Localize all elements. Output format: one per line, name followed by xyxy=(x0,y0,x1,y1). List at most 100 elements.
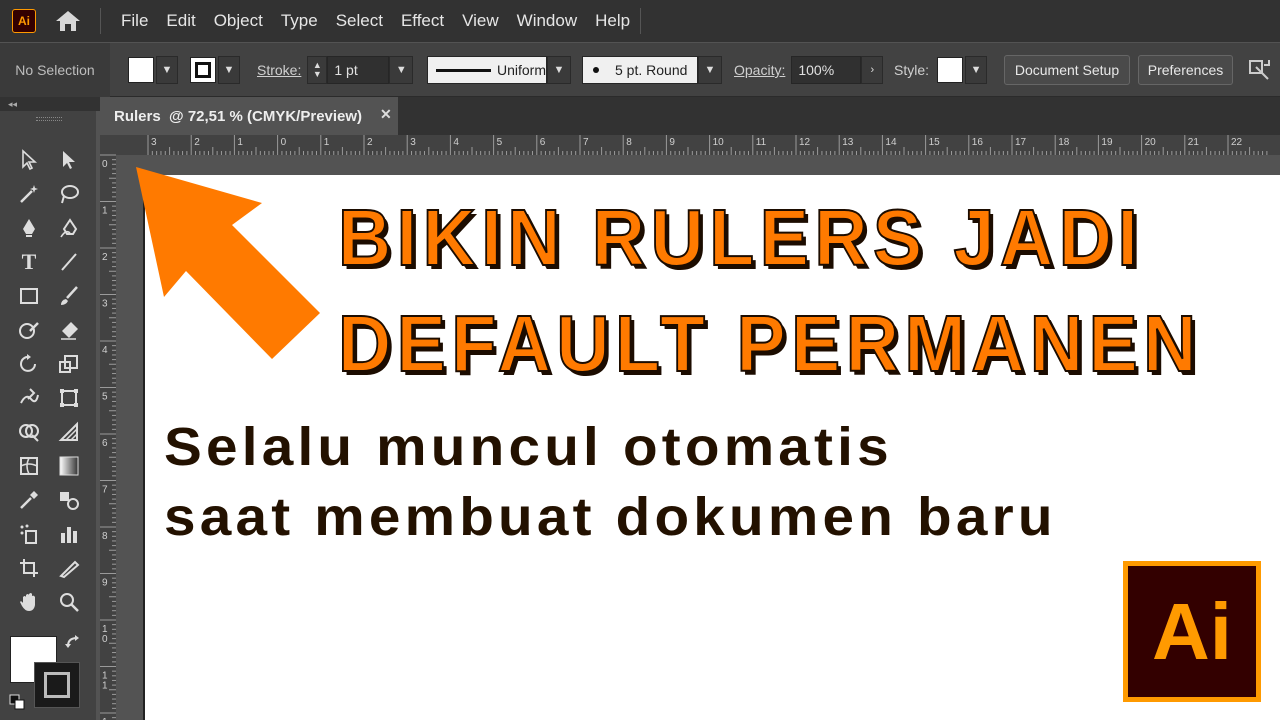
illustrator-badge-text: Ai xyxy=(1152,586,1232,676)
vertical-ruler[interactable]: 0123456789101112 xyxy=(100,135,116,720)
menu-help[interactable]: Help xyxy=(586,11,639,31)
mesh-tool-icon[interactable] xyxy=(14,451,44,481)
preferences-button[interactable]: Preferences xyxy=(1138,55,1233,85)
shape-builder-tool-icon[interactable] xyxy=(14,417,44,447)
symbol-sprayer-tool-icon[interactable] xyxy=(14,519,44,549)
rotate-tool-icon[interactable] xyxy=(14,349,44,379)
illustrator-logo-icon[interactable]: Ai xyxy=(12,9,36,33)
ruler-label: 7 xyxy=(583,137,589,148)
perspective-grid-tool-icon[interactable] xyxy=(54,417,84,447)
stroke-profile-dropdown-chevron-icon[interactable]: ▼ xyxy=(547,56,571,84)
ruler-label: 18 xyxy=(1058,137,1070,148)
hand-tool-icon[interactable] xyxy=(14,587,44,617)
opacity-field[interactable]: 100% xyxy=(791,56,862,84)
free-transform-tool-icon[interactable] xyxy=(54,383,84,413)
stroke-profile-field[interactable]: Uniform xyxy=(427,56,547,84)
ruler-label: 0 xyxy=(102,634,108,645)
stroke-weight-dropdown-chevron-icon[interactable]: ▼ xyxy=(389,56,414,84)
horizontal-ruler[interactable]: 3 2 1 0 1 2 3 4 5 6 7 8 9 10 11 12 13 14 15 16 17 18 19 20 21 22 xyxy=(116,135,1280,155)
ruler-label: 8 xyxy=(626,137,632,148)
ruler-label: 3 xyxy=(410,137,416,148)
selection-status-label: No Selection xyxy=(15,62,95,78)
menu-effect[interactable]: Effect xyxy=(392,11,453,31)
close-icon[interactable]: ✕ xyxy=(380,106,392,123)
ruler-label: 22 xyxy=(1231,137,1243,148)
ruler-label: 4 xyxy=(453,137,459,148)
graphic-style-swatch[interactable] xyxy=(937,57,964,83)
brush-dot-icon xyxy=(593,67,599,73)
zoom-tool-icon[interactable] xyxy=(54,587,84,617)
document-setup-button[interactable]: Document Setup xyxy=(1004,55,1130,85)
main-menu: File Edit Object Type Select Effect View… xyxy=(112,0,639,42)
curvature-tool-icon[interactable] xyxy=(54,213,84,243)
ruler-label: 11 xyxy=(756,137,767,148)
menu-object[interactable]: Object xyxy=(205,11,272,31)
menu-view[interactable]: View xyxy=(453,11,508,31)
menu-type[interactable]: Type xyxy=(272,11,327,31)
default-fill-stroke-icon[interactable] xyxy=(6,691,28,713)
ruler-label: 21 xyxy=(1188,137,1200,148)
brush-dropdown-chevron-icon[interactable]: ▼ xyxy=(698,56,722,84)
opacity-chevron-right-icon[interactable]: › xyxy=(861,56,884,84)
stroke-swatch[interactable] xyxy=(34,662,80,708)
eyedropper-tool-icon[interactable] xyxy=(14,485,44,515)
menu-edit[interactable]: Edit xyxy=(157,11,204,31)
direct-selection-tool-icon[interactable] xyxy=(54,145,84,175)
warp-tool-icon[interactable] xyxy=(14,383,44,413)
fill-control: ▼ xyxy=(128,43,178,97)
toolbar-collapse-strip[interactable]: ◂◂ xyxy=(0,97,100,111)
lasso-tool-icon[interactable] xyxy=(54,179,84,209)
brush-label: 5 pt. Round xyxy=(615,62,688,78)
menu-file[interactable]: File xyxy=(112,11,157,31)
home-icon[interactable] xyxy=(54,9,82,33)
stroke-profile-label: Uniform xyxy=(496,62,546,78)
ruler-label: 3 xyxy=(102,299,108,310)
scale-tool-icon[interactable] xyxy=(54,349,84,379)
line-segment-tool-icon[interactable] xyxy=(54,247,84,277)
fill-dropdown-chevron-icon[interactable]: ▼ xyxy=(156,56,178,84)
rectangle-tool-icon[interactable] xyxy=(14,281,44,311)
paintbrush-tool-icon[interactable] xyxy=(54,281,84,311)
selection-status: No Selection xyxy=(0,43,110,97)
shaper-tool-icon[interactable] xyxy=(14,315,44,345)
stroke-weight-field[interactable]: 1 pt xyxy=(327,56,390,84)
blend-tool-icon[interactable] xyxy=(54,485,84,515)
stroke-color-dropdown-chevron-icon[interactable]: ▼ xyxy=(218,56,240,84)
stroke-weight-control: Stroke: ▲ ▼ 1 pt ▼ xyxy=(257,43,414,97)
ruler-label: 0 xyxy=(281,137,287,148)
type-tool-icon[interactable]: T xyxy=(14,247,44,277)
selection-tool-icon[interactable] xyxy=(14,145,44,175)
pen-tool-icon[interactable] xyxy=(14,213,44,243)
menu-window[interactable]: Window xyxy=(508,11,586,31)
document-setup-wrap: Document Setup xyxy=(1004,43,1130,97)
menu-select[interactable]: Select xyxy=(327,11,392,31)
ruler-label: 9 xyxy=(669,137,675,148)
ruler-label: 1 xyxy=(102,206,108,217)
slice-tool-icon[interactable] xyxy=(54,553,84,583)
fill-color-swatch[interactable] xyxy=(128,57,154,83)
illustrator-window: Ai File Edit Object Type Select Effect V… xyxy=(0,0,1280,720)
gradient-tool-icon[interactable] xyxy=(54,451,84,481)
arrange-documents-wrap xyxy=(1244,43,1274,97)
ruler-label: 1 xyxy=(102,681,108,692)
document-tab-bar: Rulers @ 72,51 % (CMYK/Preview) ✕ xyxy=(100,97,1280,135)
magic-wand-tool-icon[interactable] xyxy=(14,179,44,209)
ruler-label: 15 xyxy=(929,137,941,148)
column-graph-tool-icon[interactable] xyxy=(54,519,84,549)
artboard-tool-icon[interactable] xyxy=(14,553,44,583)
swap-fill-stroke-icon[interactable] xyxy=(62,631,86,655)
ruler-label: 5 xyxy=(102,392,108,403)
arrange-documents-icon[interactable] xyxy=(1244,55,1274,85)
stroke-stepper-icon[interactable]: ▲ ▼ xyxy=(307,56,328,84)
opacity-label[interactable]: Opacity: xyxy=(734,62,785,78)
panel-grip[interactable] xyxy=(36,117,62,121)
brush-field[interactable]: 5 pt. Round xyxy=(582,56,698,84)
style-dropdown-chevron-icon[interactable]: ▼ xyxy=(965,56,988,84)
document-tab[interactable]: Rulers @ 72,51 % (CMYK/Preview) ✕ xyxy=(100,97,398,135)
eraser-tool-icon[interactable] xyxy=(54,315,84,345)
ruler-label: 16 xyxy=(972,137,984,148)
stroke-color-swatch[interactable] xyxy=(190,57,216,83)
menu-bar: Ai File Edit Object Type Select Effect V… xyxy=(0,0,1280,42)
document-tab-title: Rulers @ 72,51 % (CMYK/Preview) xyxy=(114,107,363,125)
stroke-label[interactable]: Stroke: xyxy=(257,62,301,78)
